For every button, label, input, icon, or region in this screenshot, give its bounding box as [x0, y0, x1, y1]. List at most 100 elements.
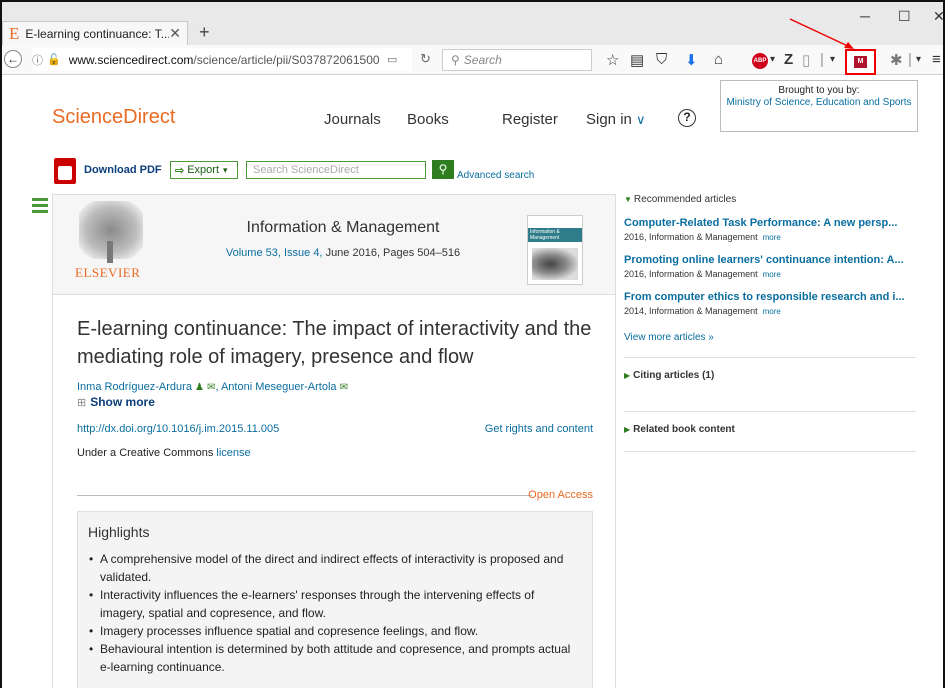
search-placeholder: Search [463, 53, 502, 67]
related-book-content-section[interactable]: ▶ Related book content [624, 411, 916, 451]
tab-bar: E E-learning continuance: T... ✕ + ─ ☐ ✕ [2, 2, 943, 45]
pdf-icon[interactable] [54, 158, 76, 184]
recommended-heading[interactable]: ▼ Recommended articles [624, 194, 916, 205]
menu-hamburger-icon[interactable]: ≡ [932, 51, 941, 68]
reader-view-icon[interactable]: ▭ [387, 53, 397, 66]
sidebar: ▼ Recommended articles Computer-Related T… [624, 194, 916, 452]
plus-icon: ⊞ [77, 397, 87, 409]
new-tab-button[interactable]: + [199, 22, 210, 43]
browser-search-field[interactable]: ⚲ Search [442, 49, 592, 71]
export-icon: ⇨ [175, 164, 185, 177]
more-link[interactable]: more [763, 233, 781, 242]
author-link[interactable]: Antoni Meseguer-Artola [221, 381, 337, 393]
license-link[interactable]: license [216, 447, 250, 459]
journal-cover-image[interactable]: Information & Management [527, 215, 583, 285]
article-title: E-learning continuance: The impact of in… [77, 318, 592, 368]
triangle-down-icon: ▼ [624, 195, 632, 204]
bookmark-star-icon[interactable]: ☆ [606, 51, 619, 69]
journal-title[interactable]: Information & Management [183, 219, 503, 237]
info-icon[interactable]: ⓘ [32, 52, 43, 68]
author-list: Inma Rodríguez-Ardura ♟ ✉, Antoni Mesegu… [77, 381, 348, 393]
advanced-search-link[interactable]: Advanced search [457, 170, 534, 181]
rights-link[interactable]: Get rights and content [485, 423, 593, 435]
chevron-down-icon: ▾ [223, 164, 228, 175]
browser-window: E E-learning continuance: T... ✕ + ─ ☐ ✕… [0, 0, 945, 688]
close-window-icon[interactable]: ✕ [933, 8, 943, 25]
highlight-item: Imagery processes influence spatial and … [88, 622, 582, 640]
minimize-icon[interactable]: ─ [860, 8, 870, 24]
address-bar[interactable]: ⓘ 🔓 www.sciencedirect.com/science/articl… [32, 48, 412, 71]
browser-tab[interactable]: E E-learning continuance: T... ✕ [2, 21, 188, 45]
navigation-bar: ← ⓘ 🔓 www.sciencedirect.com/science/arti… [2, 45, 943, 75]
help-icon[interactable]: ? [678, 109, 696, 127]
institution-link[interactable]: Ministry of Science, Education and Sport… [721, 97, 917, 109]
recommended-article-title[interactable]: From computer ethics to responsible rese… [624, 291, 916, 303]
extension-dropdown-icon[interactable]: ▾ [916, 54, 921, 65]
zotero-page-icon[interactable]: ▯ [802, 51, 810, 69]
issue-date-pages: June 2016, Pages 504–516 [325, 247, 461, 259]
recommended-article-title[interactable]: Computer-Related Task Performance: A new… [624, 217, 916, 229]
triangle-right-icon: ▶ [624, 425, 631, 434]
recommended-article: Promoting online learners' continuance i… [624, 254, 916, 279]
email-icon[interactable]: ✉ [207, 382, 215, 393]
person-icon: ♟ [195, 382, 204, 393]
elsevier-favicon-icon: E [9, 24, 20, 43]
email-icon[interactable]: ✉ [340, 382, 348, 393]
download-arrow-icon[interactable]: ⬇ [685, 51, 698, 69]
download-pdf-link[interactable]: Download PDF [84, 164, 162, 176]
recommended-article-title[interactable]: Promoting online learners' continuance i… [624, 254, 916, 266]
view-more-articles-link[interactable]: View more articles » [624, 332, 916, 343]
citing-articles-section[interactable]: ▶ Citing articles (1) [624, 357, 916, 397]
export-button[interactable]: ⇨ Export ▾ [170, 161, 238, 179]
adblock-dropdown-icon[interactable]: ▾ [770, 54, 775, 65]
pocket-icon[interactable]: ⛉ [656, 51, 667, 68]
reload-icon[interactable]: ↻ [420, 51, 431, 67]
article-toolbar: Download PDF ⇨ Export ▾ Search ScienceDi… [52, 158, 612, 184]
highlighted-extension-button[interactable]: M [845, 49, 876, 75]
separator-icon: | [820, 51, 824, 68]
url-text: www.sciencedirect.com/science/article/pi… [68, 52, 380, 67]
elsevier-wordmark: ELSEVIER [75, 265, 141, 280]
chevron-down-icon: ∨ [636, 112, 646, 127]
nav-books[interactable]: Books [407, 111, 449, 128]
cover-title: Information & Management [528, 228, 582, 242]
highlight-item: Interactivity influences the e-learners'… [88, 586, 582, 622]
volume-link[interactable]: Volume 53, Issue 4, [226, 247, 323, 259]
recommended-article-meta: 2016, Information & Management more [624, 232, 781, 242]
doi-link[interactable]: http://dx.doi.org/10.1016/j.im.2015.11.0… [77, 423, 279, 435]
highlight-item: A comprehensive model of the direct and … [88, 550, 582, 586]
nav-sign-in[interactable]: Sign in ∨ [586, 111, 646, 128]
more-link[interactable]: more [763, 270, 781, 279]
extension-icon[interactable]: ✱ [890, 51, 903, 69]
close-tab-icon[interactable]: ✕ [169, 25, 181, 42]
author-link[interactable]: Inma Rodríguez-Ardura [77, 381, 192, 393]
insecure-lock-icon: 🔓 [47, 54, 61, 66]
export-label: Export [187, 164, 220, 176]
nav-register[interactable]: Register [502, 111, 558, 128]
search-icon: ⚲ [438, 162, 448, 176]
more-link[interactable]: more [763, 307, 781, 316]
search-go-button[interactable]: ⚲ [432, 160, 454, 179]
nav-journals[interactable]: Journals [324, 111, 381, 128]
maximize-icon[interactable]: ☐ [898, 8, 911, 25]
reading-list-icon[interactable]: ▤ [630, 51, 644, 69]
highlights-heading: Highlights [88, 524, 150, 540]
sciencedirect-logo[interactable]: ScienceDirect [52, 106, 175, 129]
back-arrow-icon[interactable]: ← [4, 50, 22, 68]
sciencedirect-search-input[interactable]: Search ScienceDirect [246, 161, 426, 179]
journal-volume: Volume 53, Issue 4, June 2016, Pages 504… [183, 247, 503, 259]
journal-header: ELSEVIER Information & Management Volume… [53, 195, 615, 295]
recommended-article-meta: 2014, Information & Management more [624, 306, 781, 316]
open-access-badge: Open Access [528, 489, 593, 501]
outline-menu-icon[interactable] [32, 198, 48, 216]
recommended-article: Computer-Related Task Performance: A new… [624, 217, 916, 242]
show-more-button[interactable]: ⊞ Show more [77, 395, 155, 409]
triangle-right-icon: ▶ [624, 371, 631, 380]
adblock-plus-icon[interactable]: ABP [752, 53, 768, 69]
divider [624, 451, 916, 452]
elsevier-logo[interactable]: ELSEVIER [75, 201, 147, 283]
home-icon[interactable]: ⌂ [714, 51, 723, 68]
zotero-dropdown-icon[interactable]: ▾ [830, 54, 835, 65]
library-access-extension-icon: M [854, 56, 867, 68]
zotero-icon[interactable]: Z [784, 51, 793, 68]
